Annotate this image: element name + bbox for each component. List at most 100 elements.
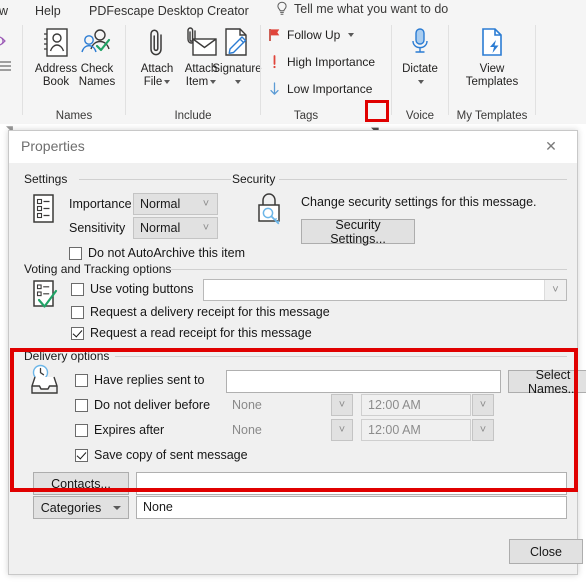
ribbon-button-dictate[interactable]: Dictate [389, 25, 451, 89]
voting-checklist-icon [31, 279, 63, 318]
ribbon-group-voice: Dictate Voice [392, 21, 448, 124]
chevron-down-icon: ˅ [338, 398, 346, 411]
ribbon-button-dictate-label: Dictate [402, 63, 438, 89]
have-replies-sent-to-label: Have replies sent to [94, 373, 205, 387]
settings-section-title: Settings [23, 172, 72, 186]
use-voting-buttons-checkbox[interactable] [71, 283, 84, 296]
expires-after-label: Expires after [94, 423, 165, 437]
use-voting-buttons-label: Use voting buttons [90, 282, 194, 296]
menu-tab-partial[interactable]: w [0, 2, 13, 20]
lock-key-icon [255, 191, 289, 232]
do-not-deliver-before-date-value: None [232, 398, 262, 412]
ribbon-area: w Help PDFescape Desktop Creator Tell me… [0, 0, 586, 137]
sensitivity-value: Normal [140, 221, 181, 235]
ribbon-group-label-voice: Voice [405, 110, 435, 122]
ribbon-button-signature[interactable]: Signature [211, 25, 263, 89]
partial-purple-icon [0, 33, 10, 54]
save-copy-of-sent-message-label: Save copy of sent message [94, 448, 248, 462]
ribbon-group-label-names: Names [55, 110, 93, 122]
section-divider [289, 179, 567, 180]
select-names-button[interactable]: Select Names... [508, 368, 586, 396]
expires-after-date-dropdown[interactable]: ˅ [331, 419, 353, 441]
ribbon-button-check-names[interactable]: Check Names [66, 25, 128, 89]
contacts-button[interactable]: Contacts... [33, 472, 129, 495]
expires-after-date-value: None [232, 423, 262, 437]
chevron-down-icon: ˅ [338, 423, 346, 436]
importance-dropdown[interactable]: Normal ˅ [133, 193, 218, 215]
chevron-down-icon[interactable]: ˅ [195, 194, 217, 214]
do-not-deliver-before-checkbox[interactable] [75, 399, 88, 412]
security-settings-button[interactable]: Security Settings... [301, 218, 415, 246]
do-not-deliver-before-date-dropdown[interactable]: ˅ [331, 394, 353, 416]
lightbulb-icon [275, 1, 289, 17]
ribbon-button-attach-file-label: Attach File [140, 63, 174, 88]
save-copy-of-sent-message-checkbox[interactable] [75, 449, 88, 462]
read-receipt-label: Request a read receipt for this message [90, 326, 312, 340]
menu-bar: w Help PDFescape Desktop Creator Tell me… [0, 0, 586, 21]
tell-me-label: Tell me what you want to do [294, 2, 449, 16]
categories-input[interactable]: None [136, 496, 567, 519]
expires-after-checkbox[interactable] [75, 424, 88, 437]
have-replies-sent-to-checkbox[interactable] [75, 374, 88, 387]
categories-button[interactable]: Categories [33, 496, 129, 519]
chevron-down-icon[interactable]: ˅ [544, 280, 566, 300]
ribbon-group-label-tags: Tags [293, 110, 319, 122]
contacts-value [137, 473, 566, 477]
sensitivity-dropdown[interactable]: Normal ˅ [133, 217, 218, 239]
do-not-deliver-before-time-dropdown[interactable]: ˅ [472, 394, 494, 416]
do-not-autoarchive-label: Do not AutoArchive this item [88, 246, 246, 260]
chevron-down-icon[interactable]: ˅ [195, 218, 217, 238]
do-not-autoarchive-checkbox[interactable] [69, 247, 82, 260]
dialog-titlebar[interactable]: Properties ✕ [9, 131, 577, 163]
chevron-down-icon: ˅ [479, 423, 487, 436]
section-divider [171, 269, 567, 270]
ribbon-button-low-importance[interactable]: Low Importance [267, 82, 372, 96]
importance-label: Importance [69, 197, 132, 211]
chevron-down-icon[interactable] [348, 33, 355, 37]
chevron-down-icon: ˅ [479, 398, 487, 411]
delivery-receipt-label: Request a delivery receipt for this mess… [90, 305, 330, 319]
contacts-input[interactable] [136, 472, 567, 495]
ribbon-group-label-my-templates: My Templates [456, 110, 528, 122]
ribbon-button-view-templates[interactable]: View Templates [461, 25, 523, 89]
view-templates-icon [478, 25, 506, 61]
do-not-deliver-before-time-value: 12:00 AM [368, 398, 421, 412]
check-names-icon [80, 25, 114, 61]
menu-tab-pdfescape-desktop-creator[interactable]: PDFescape Desktop Creator [84, 2, 254, 20]
microphone-icon [408, 25, 432, 61]
voting-buttons-dropdown[interactable]: ˅ [203, 279, 567, 301]
dialog-launcher-highlight [365, 100, 389, 122]
partial-list-icon [0, 59, 14, 78]
menu-tab-help[interactable]: Help [30, 2, 66, 20]
expires-after-time-input[interactable]: 12:00 AM [361, 419, 471, 441]
chevron-down-icon[interactable] [234, 79, 241, 84]
importance-value: Normal [140, 197, 181, 211]
read-receipt-checkbox[interactable] [71, 327, 84, 340]
close-icon[interactable]: ✕ [529, 131, 573, 162]
close-button[interactable]: Close [509, 539, 583, 564]
have-replies-sent-to-input[interactable] [226, 370, 501, 393]
sensitivity-label: Sensitivity [69, 221, 126, 235]
ribbon-button-signature-label: Signature [212, 63, 262, 89]
dialog-title: Properties [21, 138, 85, 154]
tell-me-search[interactable]: Tell me what you want to do [275, 1, 448, 17]
voting-tracking-section: Voting and Tracking options Use voting b… [23, 262, 567, 345]
ribbon-group-include: Attach File Attach Item Signature Includ… [126, 21, 263, 124]
ribbon-body: ◥ Address Book Check Names Names Attach … [0, 21, 586, 137]
ribbon-group-partial-left: ◥ [0, 21, 22, 134]
chevron-down-icon[interactable] [417, 79, 424, 84]
ribbon-button-view-templates-label: View Templates [465, 63, 519, 88]
ribbon-button-high-importance[interactable]: High Importance [267, 55, 375, 69]
ribbon-button-low-importance-label: Low Importance [287, 82, 373, 96]
delivery-receipt-checkbox[interactable] [71, 306, 84, 319]
do-not-deliver-before-label: Do not deliver before [94, 398, 211, 412]
ribbon-button-follow-up-label: Follow Up [287, 28, 341, 42]
signature-icon [222, 25, 252, 61]
categories-value: None [143, 500, 173, 514]
section-divider [115, 356, 567, 357]
ribbon-button-high-importance-label: High Importance [287, 55, 376, 69]
do-not-deliver-before-time-input[interactable]: 12:00 AM [361, 394, 471, 416]
expires-after-time-dropdown[interactable]: ˅ [472, 419, 494, 441]
ribbon-button-check-names-label: Check Names [78, 63, 116, 88]
ribbon-button-follow-up[interactable]: Follow Up [267, 28, 355, 42]
